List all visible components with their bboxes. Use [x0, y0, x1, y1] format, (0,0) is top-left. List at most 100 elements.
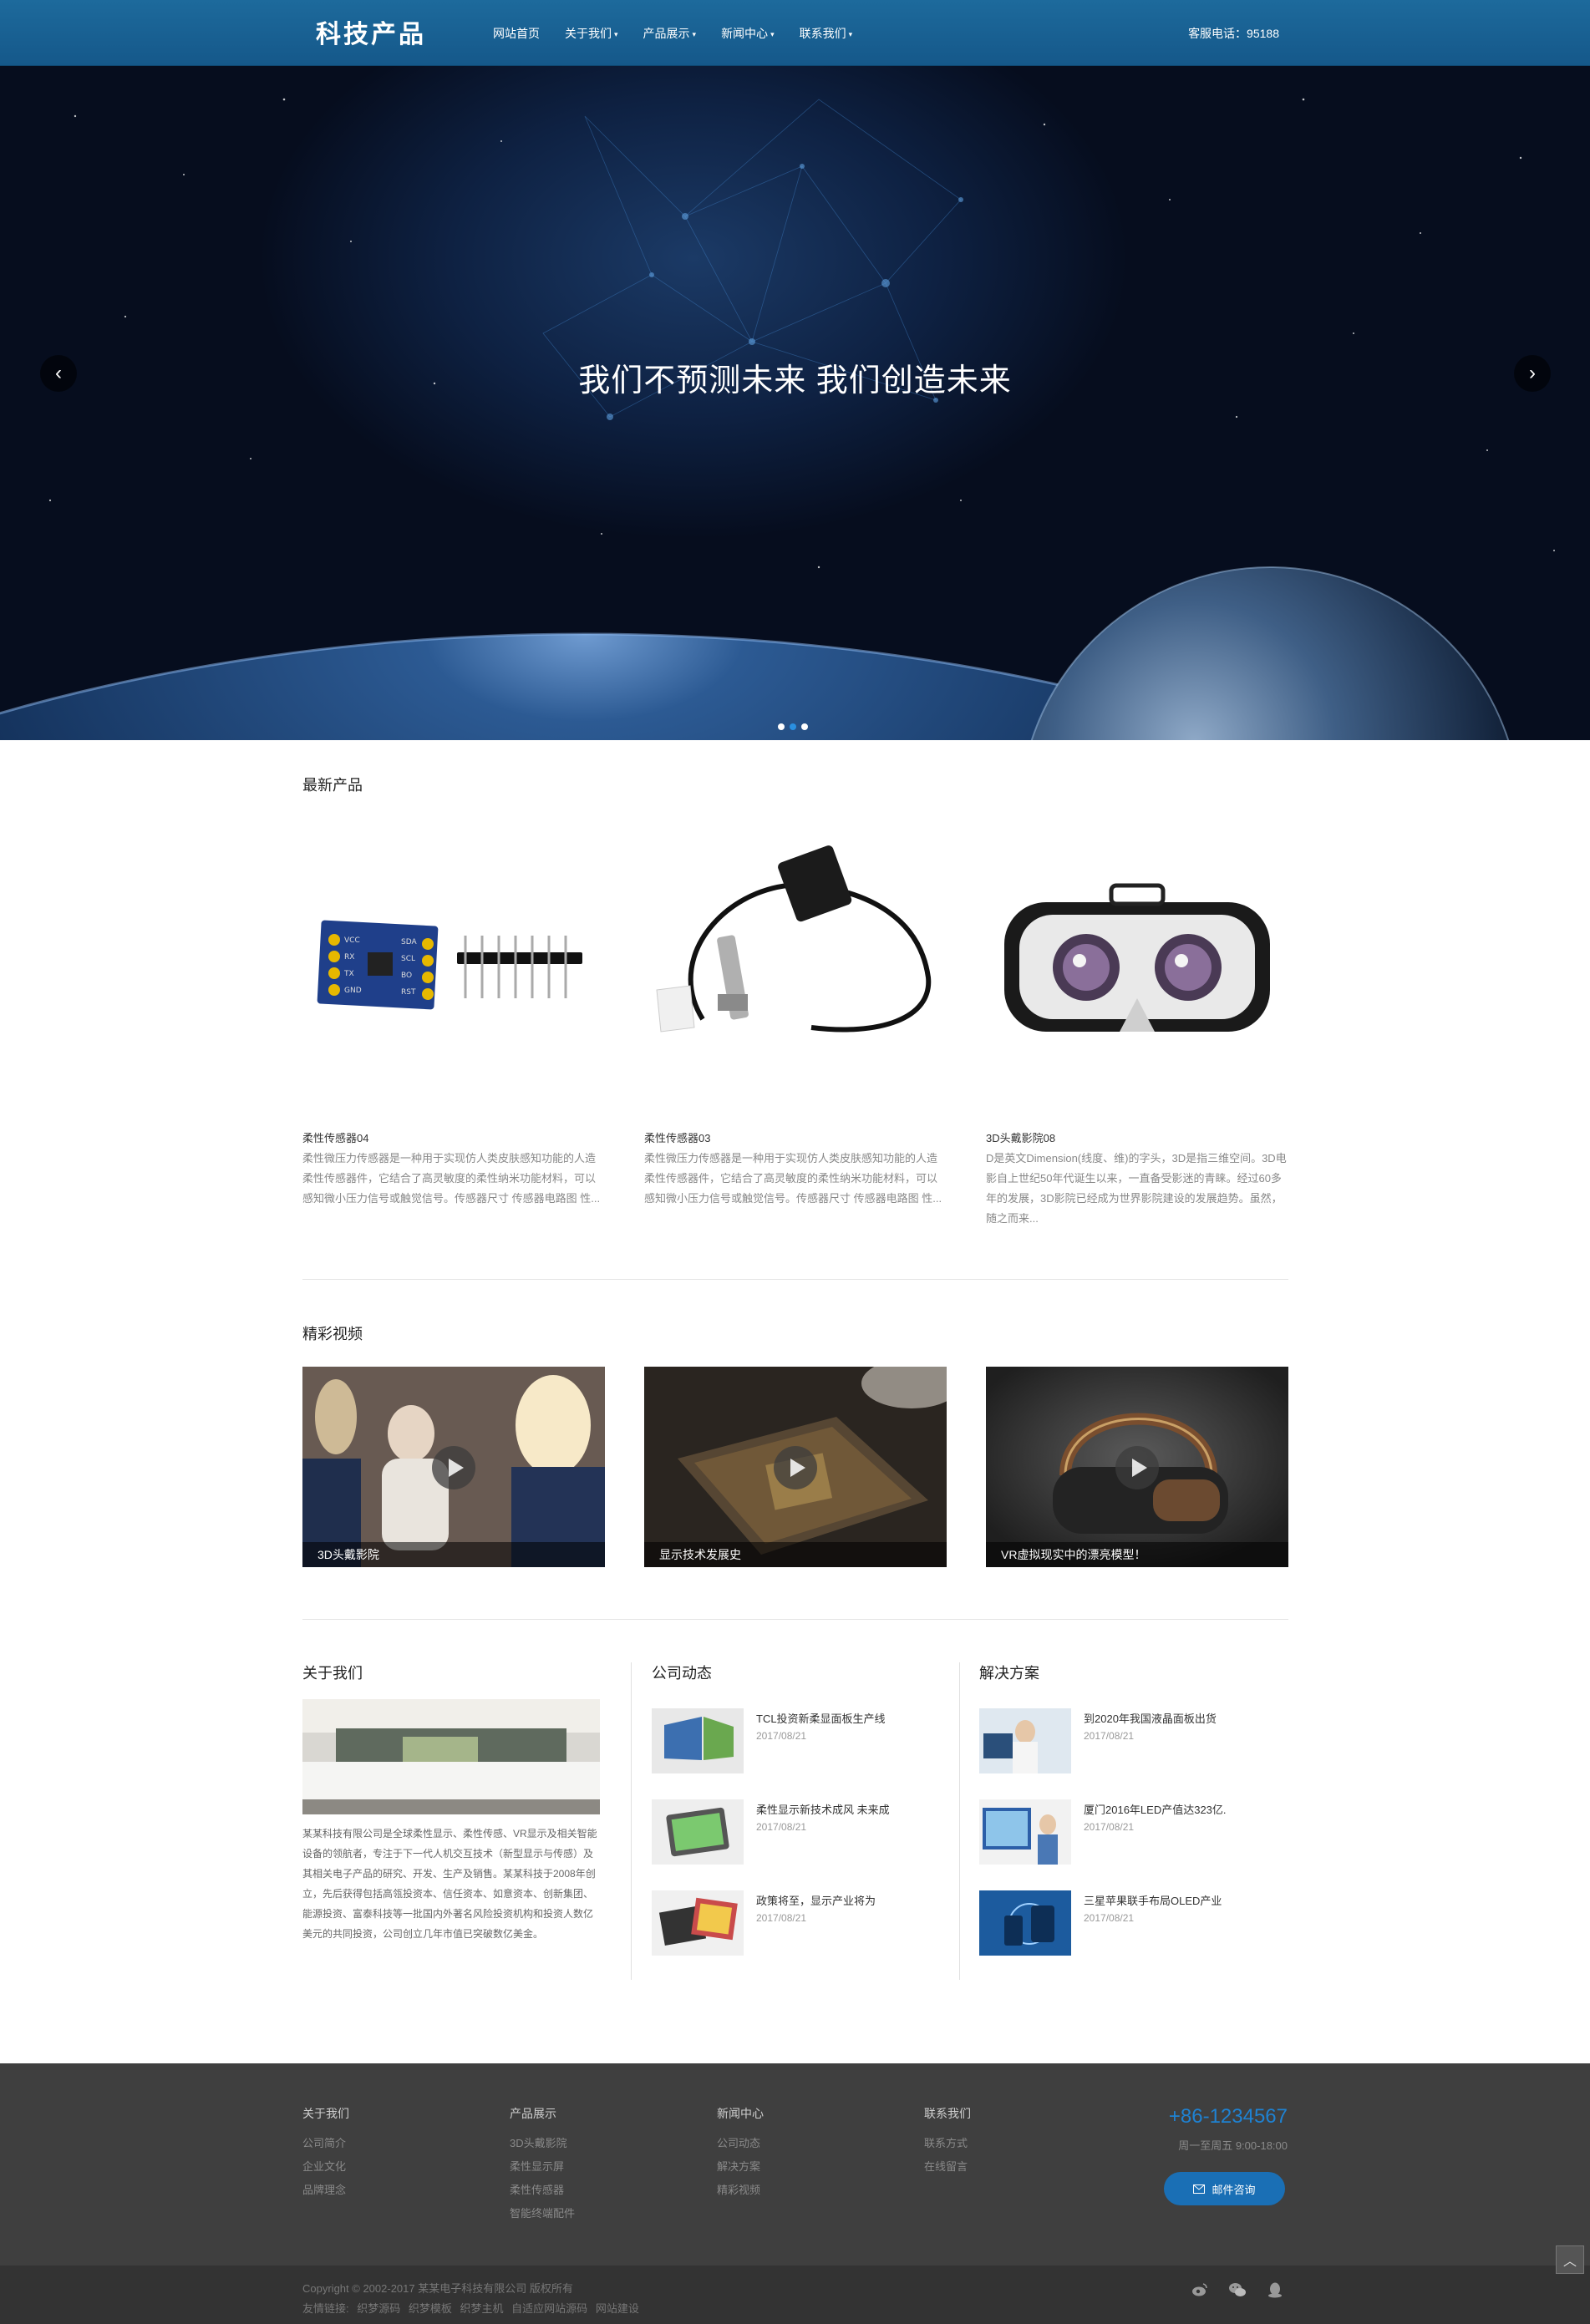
slide-dot-3[interactable] [801, 723, 808, 730]
solution-item[interactable]: 厦门2016年LED产值达323亿. 2017/08/21 [979, 1799, 1263, 1866]
footer-link[interactable]: 品牌理念 [302, 2179, 349, 2202]
wechat-icon[interactable] [1228, 2281, 1247, 2299]
video-card[interactable]: VR虚拟现实中的漂亮模型！ [986, 1367, 1288, 1567]
product-name[interactable]: 3D头戴影院08 [986, 1129, 1055, 1145]
mail-icon [1193, 2184, 1206, 2194]
chevron-up-icon: ︿ [1562, 2255, 1577, 2269]
footer-link[interactable]: 在线留言 [924, 2155, 971, 2179]
product-desc: 柔性微压力传感器是一种用于实现仿人类皮肤感知功能的人造柔性传感器件，它结合了高灵… [644, 1152, 942, 1205]
footer-col-products: 产品展示 3D头戴影院 柔性显示屏 柔性传感器 智能终端配件 [510, 2105, 575, 2225]
site-logo[interactable]: 科技产品 [316, 13, 426, 50]
video-card[interactable]: 3D头戴影院 [302, 1367, 605, 1567]
solution-thumb [979, 1799, 1071, 1865]
solution-title-text[interactable]: 三星苹果联手布局OLED产业 [1084, 1892, 1222, 1908]
product-image-oxygen-sensor[interactable] [644, 827, 947, 1111]
banner-next-button[interactable]: › [1514, 355, 1551, 392]
site-header: 科技产品 网站首页 关于我们 ▾ 产品展示 ▾ 新闻中心 ▾ 联系我们 ▾ 客服电话：9… [0, 0, 1590, 66]
products-title: 最新产品 [302, 777, 363, 794]
footer-link[interactable]: 公司动态 [717, 2132, 764, 2155]
hero-banner: 我们不预测未来 我们创造未来 ‹ › [0, 66, 1590, 740]
email-consult-label: 邮件咨询 [1212, 2183, 1256, 2196]
footer-link[interactable]: 精彩视频 [717, 2179, 764, 2202]
news-thumb [652, 1799, 744, 1865]
news-thumb [652, 1890, 744, 1956]
copyright-bar: Copyright © 2002-2017 某某电子科技有限公司 版权所有 友情… [0, 2266, 1590, 2324]
solution-item[interactable]: 到2020年我国液晶面板出货 2017/08/21 [979, 1708, 1263, 1775]
banner-pagination [778, 723, 813, 730]
nav-about[interactable]: 关于我们 ▾ [565, 25, 618, 42]
svg-text:BO: BO [401, 972, 412, 980]
slide-dot-1[interactable] [778, 723, 785, 730]
svg-text:GND: GND [344, 987, 362, 995]
chevron-right-icon: › [1529, 362, 1536, 384]
solution-thumb [979, 1890, 1071, 1956]
svg-text:SCL: SCL [401, 955, 415, 963]
column-divider [959, 1662, 960, 1980]
svg-text:RST: RST [401, 988, 416, 997]
product-desc: 柔性微压力传感器是一种用于实现仿人类皮肤感知功能的人造柔性传感器件，它结合了高灵… [302, 1152, 601, 1205]
product-card[interactable]: 柔性传感器03 柔性微压力传感器是一种用于实现仿人类皮肤感知功能的人造柔性传感器… [644, 827, 947, 1205]
footer-link[interactable]: 柔性传感器 [510, 2179, 575, 2202]
solution-item[interactable]: 三星苹果联手布局OLED产业 2017/08/21 [979, 1890, 1263, 1957]
news-item[interactable]: 政策将至，显示产业将为 2017/08/21 [652, 1890, 936, 1957]
nav-news[interactable]: 新闻中心 ▾ [721, 25, 775, 42]
nav-contact-label: 联系我们 [799, 27, 846, 40]
footer-link[interactable]: 公司简介 [302, 2132, 349, 2155]
product-name[interactable]: 柔性传感器04 [302, 1129, 368, 1145]
banner-prev-button[interactable]: ‹ [40, 355, 77, 392]
play-icon[interactable] [774, 1446, 817, 1489]
news-item[interactable]: TCL投资新柔显面板生产线 2017/08/21 [652, 1708, 936, 1775]
friend-link[interactable]: 自适应网站源码 [511, 2302, 587, 2315]
slide-dot-2[interactable] [790, 723, 796, 730]
product-card[interactable]: 3D头戴影院08 D是英文Dimension(线度、维)的字头，3D是指三维空间… [986, 827, 1288, 1225]
copyright-text: Copyright © 2002-2017 某某电子科技有限公司 版权所有 [302, 2282, 573, 2295]
about-title: 关于我们 [302, 1665, 363, 1682]
news-title-text[interactable]: TCL投资新柔显面板生产线 [756, 1710, 886, 1726]
footer-hours: 周一至周五 9:00-18:00 [1178, 2139, 1288, 2152]
footer-col-heading: 产品展示 [510, 2107, 556, 2120]
weibo-icon[interactable] [1191, 2281, 1209, 2299]
svg-text:SDA: SDA [401, 938, 417, 946]
footer-col-news: 新闻中心 公司动态 解决方案 精彩视频 [717, 2105, 764, 2202]
product-name[interactable]: 柔性传感器03 [644, 1129, 710, 1145]
play-icon[interactable] [432, 1446, 475, 1489]
footer-link[interactable]: 3D头戴影院 [510, 2132, 575, 2155]
nav-contact[interactable]: 联系我们 ▾ [800, 25, 853, 42]
nav-home[interactable]: 网站首页 [493, 25, 540, 42]
caret-down-icon: ▾ [614, 30, 618, 38]
solution-title-text[interactable]: 到2020年我国液晶面板出货 [1084, 1710, 1217, 1726]
email-consult-button[interactable]: 邮件咨询 [1164, 2172, 1285, 2205]
footer-col-about: 关于我们 公司简介 企业文化 品牌理念 [302, 2105, 349, 2202]
news-date: 2017/08/21 [756, 1730, 807, 1742]
nav-products[interactable]: 产品展示 ▾ [643, 25, 697, 42]
video-caption: 3D头戴影院 [302, 1542, 605, 1567]
svg-text:TX: TX [343, 970, 354, 978]
footer-link[interactable]: 柔性显示屏 [510, 2155, 575, 2179]
footer-link[interactable]: 联系方式 [924, 2132, 971, 2155]
video-caption: 显示技术发展史 [644, 1542, 947, 1567]
friend-link[interactable]: 织梦源码 [357, 2302, 400, 2315]
footer-link[interactable]: 企业文化 [302, 2155, 349, 2179]
video-card[interactable]: 显示技术发展史 [644, 1367, 947, 1567]
video-caption: VR虚拟现实中的漂亮模型！ [986, 1542, 1288, 1567]
news-thumb [652, 1708, 744, 1773]
product-image-vr-headset[interactable] [986, 827, 1288, 1111]
about-image-office [302, 1699, 600, 1814]
news-title-text[interactable]: 柔性显示新技术成风 未来成 [756, 1801, 890, 1817]
back-to-top-button[interactable]: ︿ [1556, 2245, 1584, 2274]
product-card[interactable]: VCC RX TX GND SDA SCL BO RST 柔性传感器04 柔性微压力传感器是… [302, 827, 605, 1205]
solution-title-text[interactable]: 厦门2016年LED产值达323亿. [1084, 1801, 1227, 1817]
news-title-text[interactable]: 政策将至，显示产业将为 [756, 1892, 876, 1908]
friend-link[interactable]: 织梦主机 [460, 2302, 504, 2315]
section-divider [302, 1619, 1288, 1620]
news-item[interactable]: 柔性显示新技术成风 未来成 2017/08/21 [652, 1799, 936, 1866]
footer-link[interactable]: 解决方案 [717, 2155, 764, 2179]
svg-text:VCC: VCC [344, 936, 360, 945]
friend-link[interactable]: 织梦模板 [409, 2302, 452, 2315]
friend-link[interactable]: 网站建设 [596, 2302, 639, 2315]
qq-icon[interactable] [1266, 2281, 1284, 2299]
chevron-left-icon: ‹ [55, 362, 62, 384]
product-image-sensor-board[interactable]: VCC RX TX GND SDA SCL BO RST [302, 827, 605, 1111]
play-icon[interactable] [1115, 1446, 1159, 1489]
footer-link[interactable]: 智能终端配件 [510, 2202, 575, 2225]
